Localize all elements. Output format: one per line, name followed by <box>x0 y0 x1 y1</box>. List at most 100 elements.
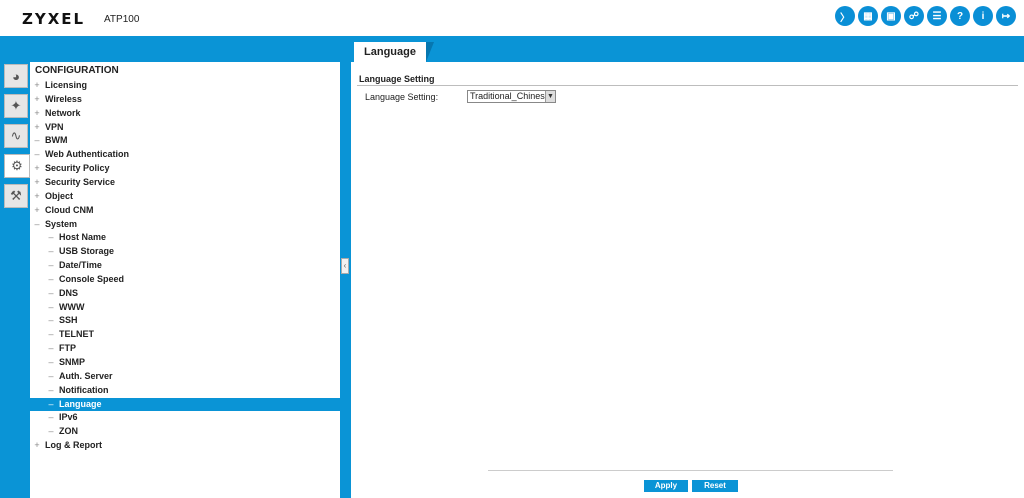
leaf-icon: – <box>48 315 54 326</box>
tree-item[interactable]: – SSH <box>30 314 340 327</box>
tree-item[interactable]: – TELNET <box>30 328 340 341</box>
tree-item[interactable]: – System <box>30 218 340 231</box>
footer-divider <box>488 470 893 471</box>
tree-item-label: Web Authentication <box>45 149 129 160</box>
tree-item[interactable]: – SNMP <box>30 356 340 369</box>
tree-item-label: SNMP <box>59 357 86 367</box>
leaf-icon: – <box>48 357 54 367</box>
expand-icon: + <box>34 440 40 451</box>
tree-item[interactable]: – FTP <box>30 342 340 355</box>
tree-item[interactable]: + Network <box>30 107 340 120</box>
tree-item[interactable]: + Licensing <box>30 79 340 92</box>
expand-icon: + <box>34 80 40 90</box>
expand-icon: + <box>34 107 40 118</box>
leaf-icon: – <box>48 343 54 354</box>
configuration-tree: CONFIGURATION + Licensing + Wireless + Networ… <box>30 62 340 498</box>
collapse-panel-button[interactable]: ‹ <box>341 258 349 274</box>
brand-logo: ZYXEL <box>22 10 86 28</box>
tree-item[interactable]: – IPv6 <box>30 411 340 424</box>
about-icon[interactable]: i <box>973 6 993 26</box>
tree-item-label: Language <box>59 398 102 409</box>
tree-item[interactable]: – Host Name <box>30 231 340 244</box>
tree-item[interactable]: – Console Speed <box>30 273 340 286</box>
logout-icon[interactable]: ↦ <box>996 6 1016 26</box>
tree-item-label: Auth. Server <box>59 370 113 381</box>
reset-button[interactable]: Reset <box>692 480 738 492</box>
tree-item[interactable]: – Auth. Server <box>30 370 340 383</box>
leaf-icon: – <box>48 370 54 381</box>
tree-item[interactable]: + Cloud CNM <box>30 204 340 217</box>
expand-icon: + <box>34 93 40 104</box>
cli-icon[interactable]: ▦ <box>858 6 878 26</box>
tree-item-label: FTP <box>59 343 76 354</box>
header-toolbar: 〉 ▦ ▣ ☍ ☰ ? i ↦ <box>835 6 1016 26</box>
tab-language[interactable]: Language <box>354 42 426 62</box>
leaf-icon: – <box>48 412 54 423</box>
tree-item-label: Network <box>45 107 81 118</box>
tree-item[interactable]: – ZON <box>30 425 340 438</box>
maintenance-icon[interactable]: ⚒ <box>4 184 28 208</box>
leaf-icon: – <box>48 273 54 284</box>
leaf-icon: – <box>34 135 40 146</box>
tree-item-label: Console Speed <box>59 273 125 284</box>
leaf-icon: – <box>48 426 54 437</box>
tree-item-label: Security Service <box>45 176 116 187</box>
tree-item-label: BWM <box>45 135 68 146</box>
dashboard-icon[interactable]: ◕ <box>4 64 28 88</box>
tree-item-label: SSH <box>59 315 78 326</box>
tree-item-label: TELNET <box>59 329 94 340</box>
tree-item-label: Cloud CNM <box>45 204 94 215</box>
tree-item-label: Object <box>45 190 74 201</box>
expand-icon: + <box>34 204 40 215</box>
tree-item-label: WWW <box>59 301 85 312</box>
tree-item[interactable]: – USB Storage <box>30 245 340 258</box>
tree-item[interactable]: – Language <box>30 397 340 411</box>
leaf-icon: – <box>48 301 54 312</box>
configuration-icon[interactable]: ⚙ <box>4 154 30 178</box>
tree-item[interactable]: – WWW <box>30 301 340 314</box>
tree-item[interactable]: + VPN <box>30 121 340 134</box>
tree-item[interactable]: – BWM <box>30 134 340 147</box>
language-select[interactable]: Traditional_Chinese ▼ <box>467 90 556 103</box>
expand-icon: + <box>34 163 40 174</box>
leaf-icon: – <box>48 384 54 395</box>
object-reference-icon[interactable]: ☍ <box>904 6 924 26</box>
main-content: Language Setting Language Setting: Tradi… <box>351 62 1024 498</box>
tree-item-label: Date/Time <box>59 260 102 271</box>
language-setting-label: Language Setting: <box>365 92 439 102</box>
tree-item[interactable]: – Date/Time <box>30 259 340 272</box>
tree-item-label: ZON <box>59 426 78 437</box>
console-icon[interactable]: 〉 <box>835 6 855 26</box>
leaf-icon: – <box>48 232 54 243</box>
tree-item[interactable]: – Web Authentication <box>30 148 340 161</box>
tree-item[interactable]: + Security Service <box>30 176 340 189</box>
quick-setup-icon[interactable]: ✦ <box>4 94 28 118</box>
tree-item-label: Licensing <box>45 80 88 90</box>
tree-item[interactable]: + Security Policy <box>30 162 340 175</box>
expand-icon: + <box>34 190 40 201</box>
leaf-icon: – <box>34 218 40 229</box>
help-icon[interactable]: ? <box>950 6 970 26</box>
leaf-icon: – <box>34 149 40 160</box>
tab-bar <box>0 36 1024 62</box>
section-divider <box>357 85 1018 86</box>
tree-title: CONFIGURATION <box>35 65 119 76</box>
tree-item[interactable]: – Notification <box>30 384 340 397</box>
leaf-icon: – <box>48 260 54 271</box>
expand-icon: + <box>34 121 40 132</box>
tree-item-label: Wireless <box>45 93 82 104</box>
monitor-icon[interactable]: ∿ <box>4 124 28 148</box>
tree-item[interactable]: – DNS <box>30 287 340 300</box>
chevron-down-icon[interactable]: ▼ <box>545 91 555 102</box>
tree-item-label: Log & Report <box>45 440 102 451</box>
site-map-icon[interactable]: ▣ <box>881 6 901 26</box>
panel-divider <box>340 62 351 498</box>
language-select-value: Traditional_Chinese <box>470 91 550 101</box>
tree-item[interactable]: + Object <box>30 190 340 203</box>
tree-item[interactable]: + Log & Report <box>30 439 340 452</box>
tree-item[interactable]: + Wireless <box>30 93 340 106</box>
tree-item-label: Notification <box>59 384 109 395</box>
dashboard-icon[interactable]: ☰ <box>927 6 947 26</box>
apply-button[interactable]: Apply <box>644 480 688 492</box>
top-header: ZYXEL ATP100 〉 ▦ ▣ ☍ ☰ ? i ↦ <box>0 0 1024 36</box>
